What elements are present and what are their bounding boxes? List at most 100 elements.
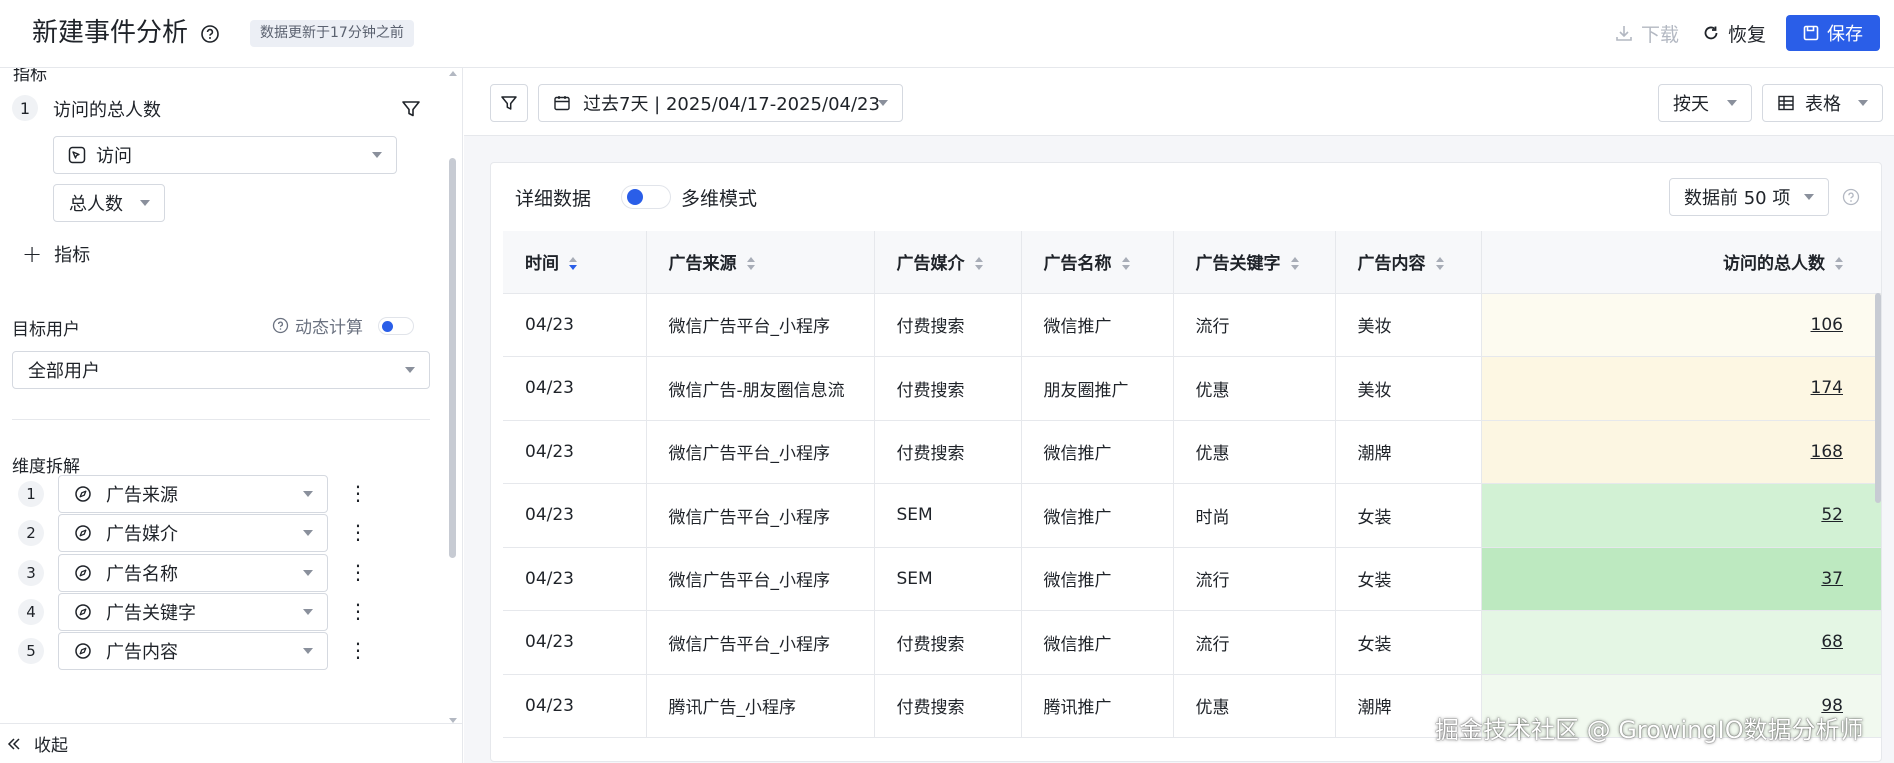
cell-text: SEM bbox=[896, 505, 933, 526]
filter-button[interactable] bbox=[490, 84, 528, 122]
cell-text: 微信广告平台_小程序 bbox=[668, 571, 831, 592]
metric-value-link[interactable]: 37 bbox=[1821, 569, 1843, 589]
filter-icon[interactable] bbox=[400, 98, 422, 120]
collapse-sidebar-button[interactable]: 收起 bbox=[0, 723, 462, 763]
table-cell: 04/23 bbox=[503, 674, 647, 738]
table-cell: 付费搜索 bbox=[874, 356, 1022, 421]
table-cell: 168 bbox=[1481, 420, 1881, 484]
scroll-up-arrow-icon[interactable] bbox=[449, 71, 457, 76]
table-cell: SEM bbox=[874, 483, 1022, 548]
table-scrollbar-thumb[interactable] bbox=[1875, 293, 1881, 503]
scrollbar-thumb[interactable] bbox=[449, 158, 456, 558]
dimension-index: 1 bbox=[18, 481, 44, 507]
event-select[interactable]: 访问 bbox=[53, 136, 397, 174]
table-cell: 174 bbox=[1481, 356, 1881, 421]
event-icon bbox=[68, 146, 86, 164]
sort-icon[interactable] bbox=[746, 256, 755, 272]
cell-text: 04/23 bbox=[525, 314, 574, 335]
dynamic-calc-toggle[interactable] bbox=[378, 317, 414, 335]
table-cell: 微信广告平台_小程序 bbox=[646, 547, 875, 611]
metric-value-link[interactable]: 106 bbox=[1811, 315, 1843, 335]
cell-text: 微信推广 bbox=[1043, 571, 1112, 592]
sort-icon[interactable] bbox=[974, 256, 983, 272]
sort-icon[interactable] bbox=[1835, 256, 1843, 272]
dimension-select[interactable]: 广告媒介 bbox=[58, 514, 328, 552]
dimension-select[interactable]: 广告名称 bbox=[58, 554, 328, 592]
table-cell: 女装 bbox=[1335, 610, 1482, 675]
table-row: 04/23 微信广告平台_小程序 SEM 微信推广 流行 女装 37 bbox=[503, 547, 1881, 611]
metric-value-link[interactable]: 174 bbox=[1811, 378, 1843, 398]
column-header[interactable]: 广告关键字 bbox=[1173, 231, 1336, 294]
cell-text: 04/23 bbox=[525, 632, 574, 653]
cell-text: 微信广告-朋友圈信息流 bbox=[668, 380, 845, 401]
more-vertical-icon[interactable]: ⋮ bbox=[348, 562, 368, 582]
dimension-select-value: 广告媒介 bbox=[106, 524, 178, 545]
table-cell: 68 bbox=[1481, 610, 1881, 675]
sidebar-scrollbar[interactable] bbox=[446, 68, 460, 723]
sort-icon[interactable] bbox=[1121, 256, 1130, 272]
metric-name[interactable]: 访问的总人数 bbox=[53, 96, 161, 122]
download-button[interactable]: 下载 bbox=[1615, 18, 1679, 48]
chevron-down-icon bbox=[1804, 194, 1814, 200]
more-vertical-icon[interactable]: ⋮ bbox=[348, 522, 368, 542]
target-users-select[interactable]: 全部用户 bbox=[12, 351, 430, 389]
dimension-select[interactable]: 广告关键字 bbox=[58, 593, 328, 631]
save-button[interactable]: 保存 bbox=[1786, 15, 1880, 51]
plus-icon: + bbox=[22, 240, 43, 268]
chevron-down-icon bbox=[303, 491, 313, 497]
metric-value-link[interactable]: 68 bbox=[1821, 632, 1843, 652]
dimension-select[interactable]: 广告内容 bbox=[58, 632, 328, 670]
column-header[interactable]: 广告内容 bbox=[1335, 231, 1482, 294]
date-range-picker[interactable]: 过去7天 | 2025/04/17-2025/04/23 bbox=[538, 84, 903, 122]
aggregation-select[interactable]: 总人数 bbox=[53, 184, 165, 222]
granularity-select[interactable]: 按天 bbox=[1658, 84, 1752, 122]
table-cell: 付费搜索 bbox=[874, 674, 1022, 738]
table-header-row: 时间 广告来源 广告媒介 广告名称 广告关键字 广告内容 访问的总人数 bbox=[503, 231, 1881, 294]
metric-value-link[interactable]: 52 bbox=[1821, 505, 1843, 525]
dynamic-calc-label-group: 动态计算 bbox=[272, 313, 363, 338]
cell-text: 美妆 bbox=[1357, 380, 1392, 401]
add-metric-button[interactable]: + 指标 bbox=[22, 241, 90, 267]
dimension-select-value: 广告内容 bbox=[106, 642, 178, 663]
help-circle-icon[interactable] bbox=[199, 23, 221, 45]
column-header[interactable]: 访问的总人数 bbox=[1481, 231, 1881, 294]
sort-icon[interactable] bbox=[1435, 256, 1444, 272]
cell-text: 04/23 bbox=[525, 441, 574, 462]
update-status-badge: 数据更新于17分钟之前 bbox=[250, 20, 414, 47]
cell-text: 微信广告平台_小程序 bbox=[668, 317, 831, 338]
more-vertical-icon[interactable]: ⋮ bbox=[348, 601, 368, 621]
column-header-label: 广告内容 bbox=[1357, 254, 1426, 275]
help-circle-icon[interactable] bbox=[272, 317, 289, 334]
column-header-label: 访问的总人数 bbox=[1723, 254, 1825, 275]
data-table: 时间 广告来源 广告媒介 广告名称 广告关键字 广告内容 访问的总人数 04/23 微信广告平… bbox=[503, 231, 1881, 738]
column-header[interactable]: 广告媒介 bbox=[874, 231, 1022, 294]
table-cell: 付费搜索 bbox=[874, 293, 1022, 357]
dimension-select[interactable]: 广告来源 bbox=[58, 475, 328, 513]
page-header: 新建事件分析 数据更新于17分钟之前 下载 恢复 保存 bbox=[0, 0, 1894, 68]
column-header[interactable]: 广告来源 bbox=[646, 231, 875, 294]
help-circle-icon[interactable] bbox=[1841, 187, 1861, 207]
target-users-value: 全部用户 bbox=[28, 361, 100, 382]
chevron-down-icon bbox=[1727, 100, 1737, 106]
table-cell: 流行 bbox=[1173, 610, 1336, 675]
sort-icon[interactable] bbox=[569, 256, 577, 272]
column-header[interactable]: 时间 bbox=[503, 231, 647, 294]
more-vertical-icon[interactable]: ⋮ bbox=[348, 640, 368, 660]
view-mode-select[interactable]: 表格 bbox=[1762, 84, 1883, 122]
table-cell: 时尚 bbox=[1173, 483, 1336, 548]
cell-text: 微信广告平台_小程序 bbox=[668, 507, 831, 528]
add-metric-label: 指标 bbox=[54, 245, 91, 266]
cell-text: 微信推广 bbox=[1043, 507, 1112, 528]
table-cell: 微信推广 bbox=[1021, 547, 1174, 611]
metric-value-link[interactable]: 168 bbox=[1811, 442, 1843, 462]
table-cell: 04/23 bbox=[503, 483, 647, 548]
restore-button[interactable]: 恢复 bbox=[1702, 18, 1766, 48]
more-vertical-icon[interactable]: ⋮ bbox=[348, 483, 368, 503]
table-cell: 优惠 bbox=[1173, 356, 1336, 421]
dynamic-calc-label: 动态计算 bbox=[295, 318, 363, 338]
calendar-icon bbox=[554, 96, 570, 111]
column-header[interactable]: 广告名称 bbox=[1021, 231, 1174, 294]
multi-dim-toggle[interactable] bbox=[621, 185, 671, 209]
top-n-select[interactable]: 数据前 50 项 bbox=[1669, 178, 1829, 216]
sort-icon[interactable] bbox=[1290, 256, 1299, 272]
